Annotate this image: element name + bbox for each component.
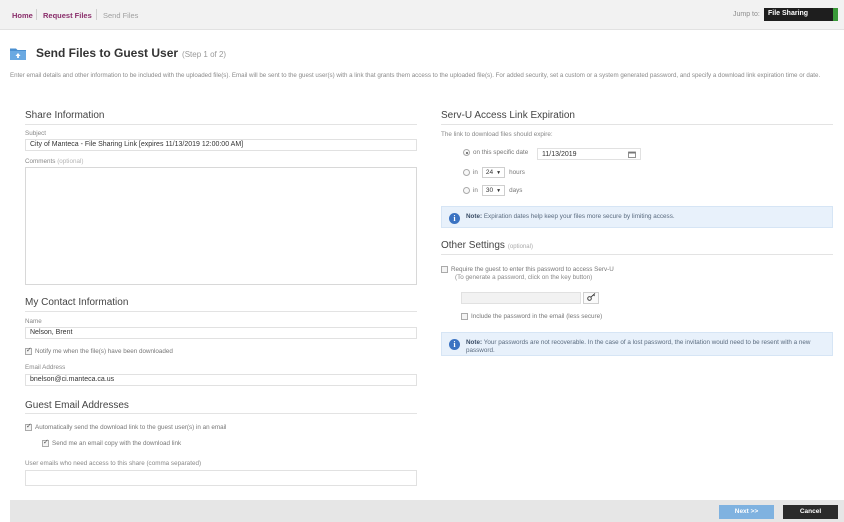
require-password-option[interactable]: Require the guest to enter this password… [441, 266, 614, 273]
calendar-icon[interactable] [628, 151, 636, 158]
key-icon [586, 293, 595, 301]
hours-select[interactable]: 24 ▼ [481, 167, 506, 178]
email-label: Email Address [25, 364, 66, 371]
nav-separator [36, 9, 37, 20]
divider [25, 413, 417, 414]
email-copy-option[interactable]: Send me an email copy with the download … [42, 438, 182, 447]
jump-to-select[interactable]: File Sharing [764, 8, 838, 21]
expire-date-value: 11/13/2019 [542, 150, 577, 158]
footer-bar: Next >> Cancel [10, 500, 844, 522]
auto-send-option[interactable]: Automatically send the download link to … [25, 422, 227, 431]
expire-hours-option[interactable]: in 24 ▼ hours [463, 167, 525, 178]
divider [441, 124, 833, 125]
next-button[interactable]: Next >> [719, 505, 774, 519]
folder-upload-icon [10, 48, 26, 60]
jump-to-value: File Sharing [768, 10, 809, 17]
expire-date-label: on this specific date [473, 149, 529, 156]
share-info-heading: Share Information [25, 110, 105, 121]
include-password-checkbox[interactable] [461, 313, 468, 320]
hours-value: 24 [485, 169, 494, 176]
comments-optional: (optional) [57, 158, 84, 165]
dropdown-arrow-icon: ▼ [496, 187, 502, 194]
other-settings-optional: (optional) [507, 244, 533, 250]
email-copy-label: Send me an email copy with the download … [52, 440, 182, 447]
name-label: Name [25, 318, 42, 325]
password-input[interactable] [461, 292, 581, 304]
expire-date-option[interactable]: on this specific date [463, 149, 528, 156]
require-password-label: Require the guest to enter this password… [451, 266, 614, 273]
expire-date-input[interactable]: 11/13/2019 [537, 148, 641, 160]
page-step: (Step 1 of 2) [182, 50, 227, 59]
generate-password-button[interactable] [583, 292, 599, 304]
top-nav: Home Request Files Send Files Jump to: F… [0, 0, 844, 30]
hours-label: hours [509, 169, 525, 176]
comments-textarea[interactable] [25, 167, 417, 285]
expiration-intro: The link to download files should expire… [441, 131, 553, 138]
password-note-bold: Note: [466, 339, 483, 346]
guest-emails-input[interactable] [25, 470, 417, 486]
expiration-note-text: Expiration dates help keep your files mo… [483, 213, 675, 220]
info-icon: i [449, 213, 460, 224]
email-input[interactable]: bnelson@ci.manteca.ca.us [25, 374, 417, 386]
jump-to-label: Jump to: [733, 11, 760, 18]
guest-emails-label: User emails who need access to this shar… [25, 460, 202, 467]
expire-date-radio[interactable] [463, 149, 470, 156]
nav-home-link[interactable]: Home [12, 11, 33, 20]
auto-send-label: Automatically send the download link to … [35, 424, 227, 431]
contact-info-heading: My Contact Information [25, 297, 129, 308]
auto-send-checkbox[interactable] [25, 422, 32, 431]
comments-label: Comments (optional) [25, 158, 83, 165]
expire-hours-in-label: in [473, 169, 478, 176]
include-password-label: Include the password in the email (less … [471, 313, 603, 320]
notify-option[interactable]: Notify me when the file(s) have been dow… [25, 346, 173, 355]
expire-days-radio[interactable] [463, 187, 470, 194]
password-note: i Note: Your passwords are not recoverab… [441, 332, 833, 356]
include-password-option[interactable]: Include the password in the email (less … [461, 313, 602, 320]
days-value: 30 [485, 187, 494, 194]
nav-separator [96, 9, 97, 20]
require-password-hint: (To generate a password, click on the ke… [455, 274, 593, 281]
other-settings-heading: Other Settings (optional) [441, 240, 533, 251]
require-password-checkbox[interactable] [441, 266, 448, 273]
expire-hours-radio[interactable] [463, 169, 470, 176]
divider [25, 311, 417, 312]
other-settings-title: Other Settings [441, 240, 505, 251]
notify-checkbox[interactable] [25, 346, 32, 355]
subject-input[interactable]: City of Manteca - File Sharing Link [exp… [25, 139, 417, 151]
email-copy-checkbox[interactable] [42, 438, 49, 447]
name-input[interactable]: Nelson, Brent [25, 327, 417, 339]
guest-emails-heading: Guest Email Addresses [25, 400, 129, 411]
dropdown-arrow-icon: ▼ [496, 169, 502, 176]
page-intro: Enter email details and other informatio… [10, 72, 821, 79]
days-select[interactable]: 30 ▼ [481, 185, 506, 196]
divider [441, 254, 833, 255]
cancel-button[interactable]: Cancel [783, 505, 838, 519]
password-note-text: Your passwords are not recoverable. In t… [466, 339, 811, 354]
subject-label: Subject [25, 130, 47, 137]
expiration-heading: Serv-U Access Link Expiration [441, 110, 575, 121]
comments-label-text: Comments [25, 158, 56, 165]
jump-to-indicator [833, 8, 838, 21]
expiration-note-bold: Note: [466, 213, 483, 220]
page-title-text: Send Files to Guest User [36, 46, 179, 60]
expire-days-option[interactable]: in 30 ▼ days [463, 185, 522, 196]
nav-send-files-link[interactable]: Send Files [103, 11, 138, 20]
page-title: Send Files to Guest User (Step 1 of 2) [36, 46, 226, 60]
notify-label: Notify me when the file(s) have been dow… [35, 348, 173, 355]
info-icon: i [449, 339, 460, 350]
days-label: days [509, 187, 523, 194]
nav-request-files-link[interactable]: Request Files [43, 11, 92, 20]
expire-days-in-label: in [473, 187, 478, 194]
divider [25, 124, 417, 125]
expiration-note: i Note: Expiration dates help keep your … [441, 206, 833, 228]
